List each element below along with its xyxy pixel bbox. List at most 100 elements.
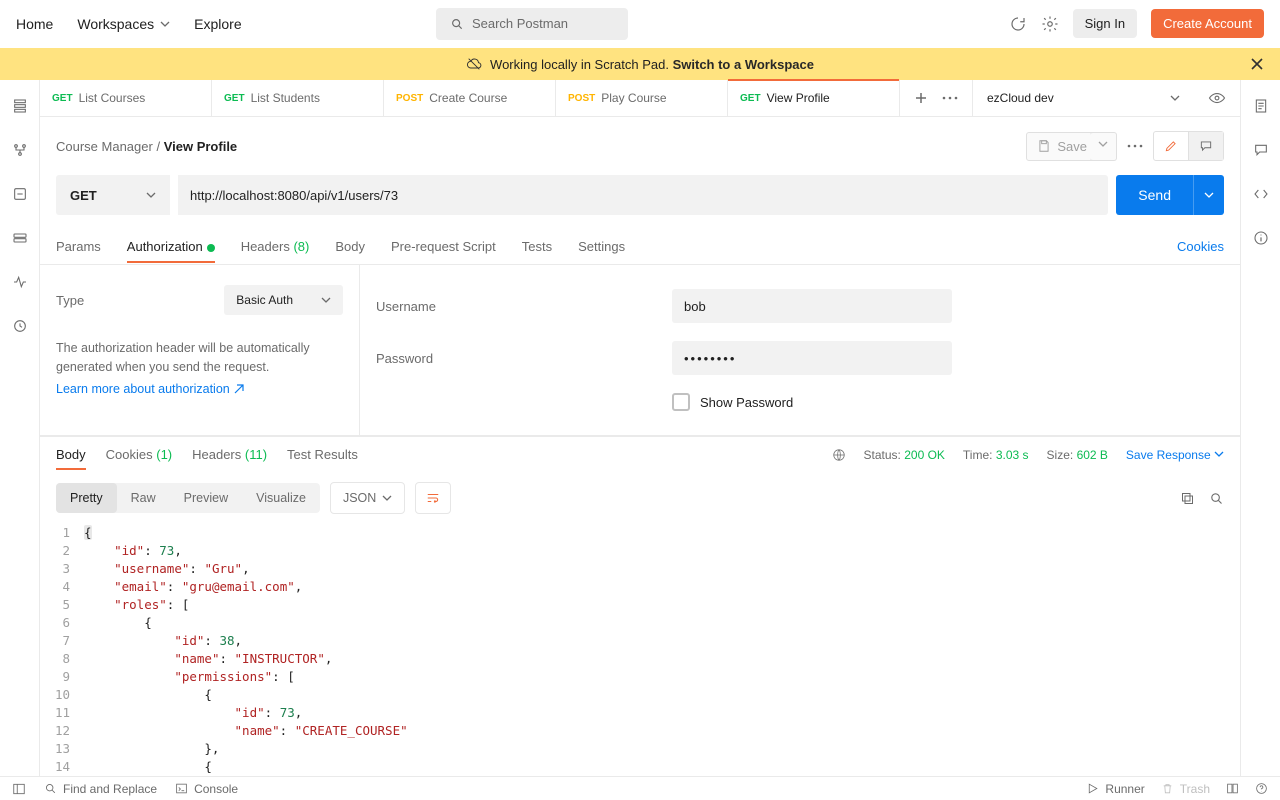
- save-dropdown[interactable]: [1090, 132, 1117, 161]
- nav-workspaces[interactable]: Workspaces: [77, 16, 170, 32]
- line-number: 12: [40, 722, 84, 740]
- code-line: 9 "permissions": [: [40, 668, 1240, 686]
- documentation-icon[interactable]: [1241, 96, 1280, 116]
- environment-quicklook[interactable]: [1208, 89, 1226, 107]
- auth-learn-more-link[interactable]: Learn more about authorization: [56, 382, 244, 396]
- save-button[interactable]: Save: [1026, 132, 1098, 161]
- layout-toggle[interactable]: [1226, 782, 1239, 795]
- tab-prerequest[interactable]: Pre-request Script: [391, 239, 496, 254]
- tab-authorization[interactable]: Authorization: [127, 239, 215, 254]
- tab-request[interactable]: GETList Students: [212, 80, 384, 116]
- info-icon[interactable]: [1241, 228, 1280, 248]
- tab-params[interactable]: Params: [56, 239, 101, 254]
- tab-request[interactable]: GETView Profile: [728, 80, 900, 116]
- nav-home[interactable]: Home: [16, 16, 53, 32]
- find-replace-button[interactable]: Find and Replace: [44, 782, 157, 796]
- monitors-icon[interactable]: [0, 272, 39, 292]
- right-rail: [1240, 80, 1280, 776]
- line-number: 10: [40, 686, 84, 704]
- tab-body[interactable]: Body: [335, 239, 365, 254]
- resp-tab-headers-label: Headers: [192, 447, 241, 462]
- console-button[interactable]: Console: [175, 782, 238, 796]
- line-number: 6: [40, 614, 84, 632]
- resp-tab-cookies[interactable]: Cookies (1): [106, 447, 172, 462]
- line-number: 14: [40, 758, 84, 776]
- edit-button[interactable]: [1154, 132, 1188, 160]
- tab-request[interactable]: POSTCreate Course: [384, 80, 556, 116]
- request-tabs: Params Authorization Headers (8) Body Pr…: [40, 229, 1240, 265]
- tab-authorization-label: Authorization: [127, 239, 203, 254]
- runner-button[interactable]: Runner: [1086, 782, 1144, 796]
- resp-tab-cookies-label: Cookies: [106, 447, 153, 462]
- wrap-lines-button[interactable]: [415, 482, 451, 514]
- breadcrumb-collection[interactable]: Course Manager: [56, 139, 153, 154]
- history-icon[interactable]: [0, 316, 39, 336]
- resp-tab-tests[interactable]: Test Results: [287, 447, 358, 462]
- line-number: 11: [40, 704, 84, 722]
- search-icon: [450, 17, 464, 31]
- cookies-link[interactable]: Cookies: [1177, 239, 1224, 254]
- environment-select[interactable]: ezCloud dev: [987, 91, 1160, 105]
- auth-type-label: Type: [56, 293, 84, 308]
- code-line: 11 "id": 73,: [40, 704, 1240, 722]
- url-input[interactable]: http://localhost:8080/api/v1/users/73: [178, 175, 1108, 215]
- mock-servers-icon[interactable]: [0, 228, 39, 248]
- code-line: 8 "name": "INSTRUCTOR",: [40, 650, 1240, 668]
- search-response-button[interactable]: [1209, 491, 1224, 506]
- nav-explore[interactable]: Explore: [194, 16, 241, 32]
- trash-button[interactable]: Trash: [1161, 782, 1210, 796]
- response-body[interactable]: 1{2 "id": 73,3 "username": "Gru",4 "emai…: [40, 524, 1240, 776]
- wrap-icon: [426, 491, 440, 505]
- show-password-checkbox[interactable]: [672, 393, 690, 411]
- view-preview[interactable]: Preview: [170, 483, 242, 513]
- auth-type-select[interactable]: Basic Auth: [224, 285, 343, 315]
- switch-workspace-link[interactable]: Switch to a Workspace: [673, 57, 814, 72]
- search-input[interactable]: Search Postman: [436, 8, 628, 40]
- save-response-button[interactable]: Save Response: [1126, 448, 1224, 462]
- apis-icon[interactable]: [0, 140, 39, 160]
- resp-tab-headers[interactable]: Headers (11): [192, 447, 267, 462]
- tab-settings[interactable]: Settings: [578, 239, 625, 254]
- tab-request[interactable]: GETList Courses: [40, 80, 212, 116]
- new-tab-button[interactable]: [914, 91, 928, 105]
- tab-tests[interactable]: Tests: [522, 239, 552, 254]
- signin-button[interactable]: Sign In: [1073, 9, 1137, 38]
- view-visualize[interactable]: Visualize: [242, 483, 320, 513]
- auth-learn-text: Learn more about authorization: [56, 382, 230, 396]
- time-label: Time: 3.03 s: [963, 448, 1029, 462]
- send-button[interactable]: Send: [1116, 175, 1224, 215]
- code-line: 10 {: [40, 686, 1240, 704]
- toggle-sidebar[interactable]: [12, 782, 26, 796]
- comment-button[interactable]: [1188, 132, 1223, 160]
- sync-icon[interactable]: [1009, 15, 1027, 33]
- tab-request[interactable]: POSTPlay Course: [556, 80, 728, 116]
- send-dropdown[interactable]: [1193, 175, 1224, 215]
- chevron-down-icon: [146, 190, 156, 200]
- network-icon[interactable]: [832, 448, 846, 462]
- help-button[interactable]: [1255, 782, 1268, 795]
- banner-close[interactable]: [1250, 57, 1264, 71]
- environments-icon[interactable]: [0, 184, 39, 204]
- cloud-off-icon: [466, 56, 482, 72]
- trash-label: Trash: [1180, 782, 1210, 796]
- language-select[interactable]: JSON: [330, 482, 405, 514]
- create-account-button[interactable]: Create Account: [1151, 9, 1264, 38]
- more-options[interactable]: [1127, 144, 1143, 148]
- settings-icon[interactable]: [1041, 15, 1059, 33]
- language-label: JSON: [343, 491, 376, 505]
- method-select[interactable]: GET: [56, 175, 170, 215]
- tab-headers[interactable]: Headers (8): [241, 239, 310, 254]
- code-snippet-icon[interactable]: [1241, 184, 1280, 204]
- tab-method: POST: [568, 93, 595, 104]
- view-pretty[interactable]: Pretty: [56, 483, 117, 513]
- tab-menu[interactable]: [942, 96, 958, 100]
- copy-response-button[interactable]: [1180, 491, 1195, 506]
- password-label: Password: [376, 351, 672, 366]
- username-input[interactable]: bob: [672, 289, 952, 323]
- comments-icon[interactable]: [1241, 140, 1280, 160]
- password-input[interactable]: ••••••••: [672, 341, 952, 375]
- resp-tab-body[interactable]: Body: [56, 447, 86, 462]
- view-raw[interactable]: Raw: [117, 483, 170, 513]
- collections-icon[interactable]: [0, 96, 39, 116]
- console-icon: [175, 782, 188, 795]
